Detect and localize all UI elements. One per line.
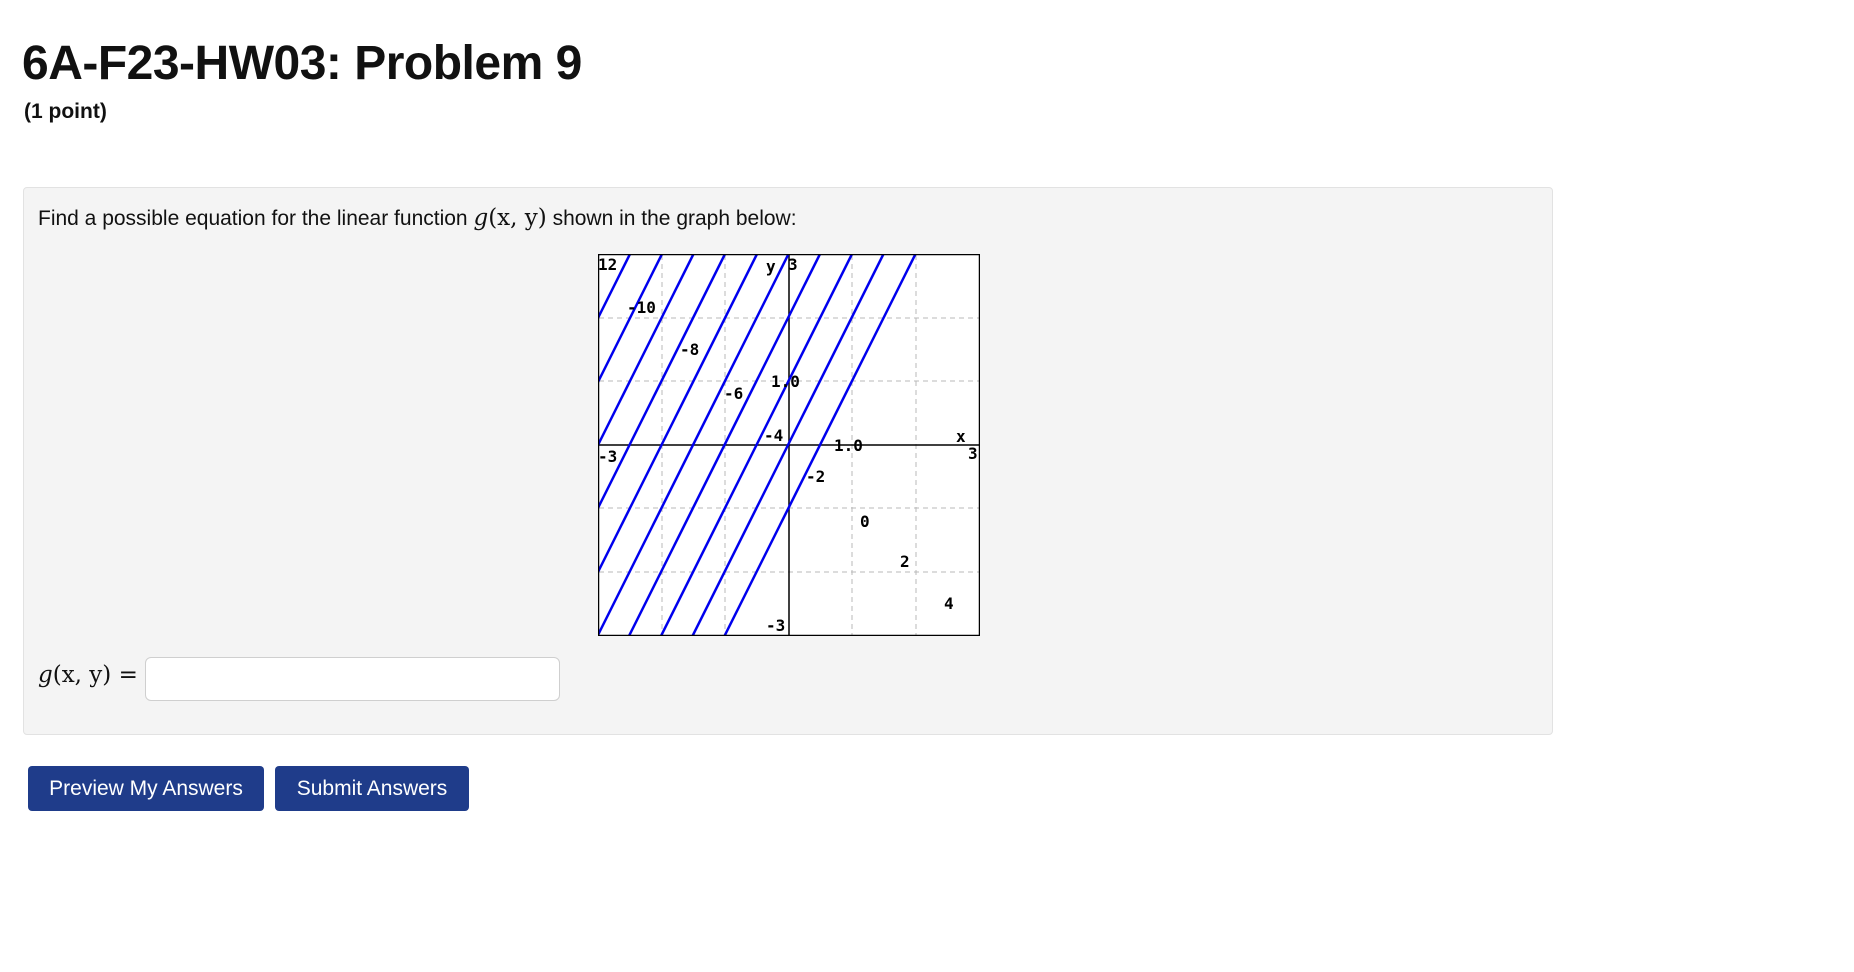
function-expression: g(x, y) (473, 205, 547, 231)
contour-label: -6 (724, 384, 743, 403)
page-title: 6A-F23-HW03: Problem 9 (22, 37, 582, 90)
points-label: (1 point) (24, 100, 107, 123)
contour-label: 1.0 (771, 372, 800, 391)
answer-input[interactable] (145, 657, 560, 701)
x-axis-label: x (956, 427, 966, 446)
contour-label: -4 (764, 426, 783, 445)
left-edge-label: -3 (598, 447, 617, 466)
top-edge-label: 3 (788, 255, 798, 274)
contour-label: -10 (627, 298, 656, 317)
contour-graph-svg: 12 -3 y 3 x 3 -3 -10 -8 -6 -4 -2 0 2 4 1… (597, 253, 981, 637)
contour-label: 1.0 (834, 436, 863, 455)
bottom-edge-label: -3 (766, 616, 785, 635)
contour-label: 2 (900, 552, 910, 571)
problem-box: Find a possible equation for the linear … (23, 187, 1553, 735)
answer-label: g(x, y) = (38, 662, 138, 688)
preview-answers-button[interactable]: Preview My Answers (28, 766, 264, 811)
y-axis-label: y (766, 257, 776, 276)
contour-label: 0 (860, 512, 870, 531)
submit-answers-button[interactable]: Submit Answers (275, 766, 469, 811)
problem-statement: Find a possible equation for the linear … (38, 205, 797, 231)
statement-text-before: Find a possible equation for the linear … (38, 207, 474, 230)
statement-text-after: shown in the graph below: (546, 207, 797, 230)
contour-label: -2 (806, 467, 825, 486)
contour-label: -8 (680, 340, 699, 359)
corner-label-top-left: 12 (598, 255, 617, 274)
contour-label: 4 (944, 594, 954, 613)
contour-graph: 12 -3 y 3 x 3 -3 -10 -8 -6 -4 -2 0 2 4 1… (597, 253, 981, 637)
right-edge-label: 3 (968, 444, 978, 463)
